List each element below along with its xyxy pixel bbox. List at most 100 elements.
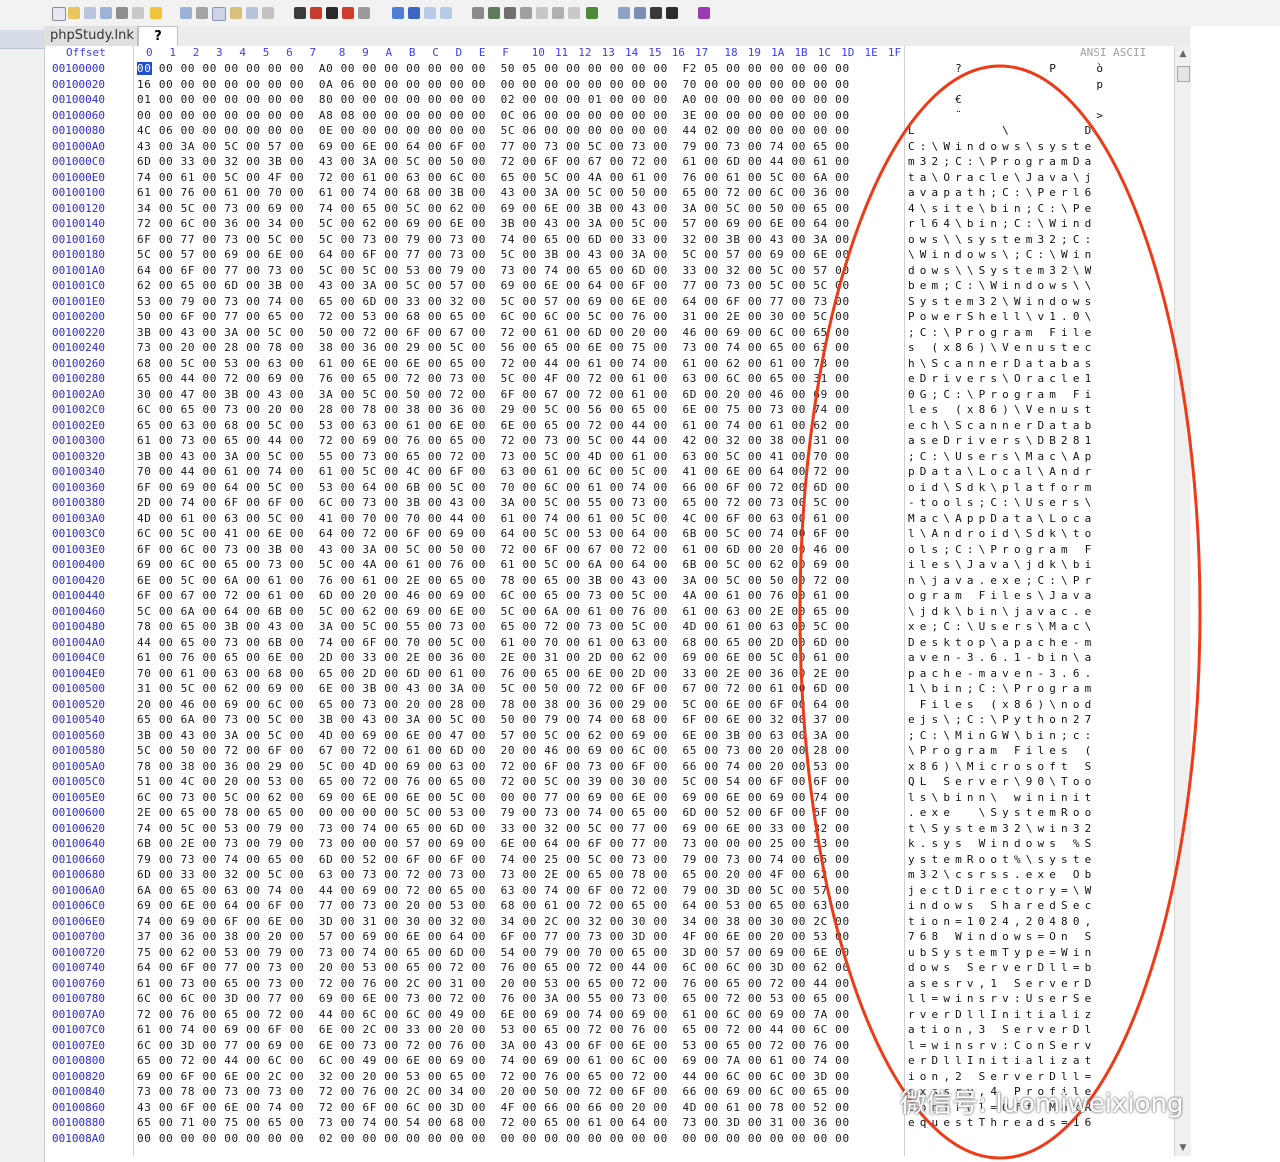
ascii-row[interactable]: L \ D bbox=[908, 123, 1173, 139]
replace-icon[interactable] bbox=[326, 7, 338, 19]
hex-row[interactable]: 6E 00 5C 00 6A 00 61 00 76 00 61 00 2E 0… bbox=[137, 573, 907, 589]
hex-row[interactable]: 65 00 44 00 72 00 69 00 76 00 65 00 72 0… bbox=[137, 371, 907, 387]
ascii-row[interactable]: ogram Files\Java bbox=[908, 588, 1173, 604]
ascii-row[interactable]: ¨ > bbox=[908, 108, 1173, 124]
scroll-down-arrow-icon[interactable]: ▼ bbox=[1178, 1143, 1188, 1153]
ascii-row[interactable]: xe;C:\Users\Mac\ bbox=[908, 619, 1173, 635]
ascii-pane[interactable]: ? P ò p € ¨ > L \ D C:\Windows\syste m32;… bbox=[908, 61, 1173, 1146]
hex-row[interactable]: 69 00 6F 00 6E 00 2C 00 32 00 20 00 53 0… bbox=[137, 1069, 907, 1085]
ascii-row[interactable]: s (x86)\Venustec bbox=[908, 340, 1173, 356]
hex-row[interactable]: 70 00 44 00 61 00 74 00 61 00 5C 00 4C 0… bbox=[137, 464, 907, 480]
ascii-row[interactable]: \Windows\;C:\Win bbox=[908, 247, 1173, 263]
ascii-row[interactable]: ubSystemType=Win bbox=[908, 945, 1173, 961]
hex-row[interactable]: 6C 00 65 00 73 00 20 00 28 00 78 00 38 0… bbox=[137, 402, 907, 418]
ascii-row[interactable]: ion,2 ServerDll= bbox=[908, 1069, 1173, 1085]
ascii-row[interactable]: pData\Local\Andr bbox=[908, 464, 1173, 480]
properties-icon[interactable] bbox=[132, 7, 144, 19]
hex-row[interactable]: 51 00 4C 00 20 00 53 00 65 00 72 00 76 0… bbox=[137, 774, 907, 790]
hex-row[interactable]: 68 00 5C 00 53 00 63 00 61 00 6E 00 6E 0… bbox=[137, 356, 907, 372]
hex-row[interactable]: 6D 00 33 00 32 00 5C 00 63 00 73 00 72 0… bbox=[137, 867, 907, 883]
ascii-row[interactable]: m32\csrss.exe Ob bbox=[908, 867, 1173, 883]
hex-row[interactable]: 00 00 00 00 00 00 00 00 A8 08 00 00 00 0… bbox=[137, 108, 907, 124]
ascii-row[interactable]: t\System32\win32 bbox=[908, 821, 1173, 837]
exit-icon[interactable] bbox=[150, 7, 162, 19]
hex-row[interactable]: 6A 00 65 00 63 00 74 00 44 00 69 00 72 0… bbox=[137, 883, 907, 899]
ascii-row[interactable]: bem;C:\Windows\\ bbox=[908, 278, 1173, 294]
ascii-row[interactable]: 768 Windows=On S bbox=[908, 929, 1173, 945]
analyze-icon[interactable] bbox=[504, 7, 516, 19]
hex-row[interactable]: 5C 00 50 00 72 00 6F 00 67 00 72 00 61 0… bbox=[137, 743, 907, 759]
open-folder-icon[interactable] bbox=[68, 7, 80, 19]
hex-row[interactable]: 6C 00 6C 00 3D 00 77 00 69 00 6E 00 73 0… bbox=[137, 991, 907, 1007]
hex-row[interactable]: 16 00 00 00 00 00 00 00 0A 06 00 00 00 0… bbox=[137, 77, 907, 93]
hex-row[interactable]: 00 00 00 00 00 00 00 00 02 00 00 00 00 0… bbox=[137, 1131, 907, 1147]
ascii-row[interactable]: € bbox=[908, 92, 1173, 108]
ascii-row[interactable]: QL Server\90\Too bbox=[908, 774, 1173, 790]
ascii-row[interactable]: Files (x86)\nod bbox=[908, 697, 1173, 713]
ascii-row[interactable]: \Program Files ( bbox=[908, 743, 1173, 759]
hex-row[interactable]: 6D 00 33 00 32 00 3B 00 43 00 3A 00 5C 0… bbox=[137, 154, 907, 170]
hex-row[interactable]: 6F 00 6C 00 73 00 3B 00 43 00 3A 00 5C 0… bbox=[137, 542, 907, 558]
ascii-row[interactable] bbox=[908, 1131, 1173, 1147]
ascii-row[interactable]: oid\Sdk\platform bbox=[908, 480, 1173, 496]
byte-cursor[interactable]: 00 bbox=[137, 62, 152, 75]
ascii-row[interactable]: asesrv,1 ServerD bbox=[908, 976, 1173, 992]
hex-row[interactable]: 61 00 76 00 65 00 6E 00 2D 00 33 00 2E 0… bbox=[137, 650, 907, 666]
new-file-icon[interactable] bbox=[52, 7, 66, 21]
hex-row[interactable]: 74 00 5C 00 53 00 79 00 73 00 74 00 65 0… bbox=[137, 821, 907, 837]
ascii-row[interactable]: Mac\AppData\Loca bbox=[908, 511, 1173, 527]
ascii-row[interactable]: ;C:\MinGW\bin;c: bbox=[908, 728, 1173, 744]
ascii-row[interactable]: -tools;C:\Users\ bbox=[908, 495, 1173, 511]
cut-icon[interactable] bbox=[196, 7, 208, 19]
find-hex-icon[interactable] bbox=[310, 7, 322, 19]
hex-row[interactable]: 65 00 6A 00 73 00 5C 00 3B 00 43 00 3A 0… bbox=[137, 712, 907, 728]
hex-row[interactable]: 4C 06 00 00 00 00 00 00 0E 00 00 00 00 0… bbox=[137, 123, 907, 139]
hex-row[interactable]: 6C 00 5C 00 41 00 6E 00 64 00 72 00 6F 0… bbox=[137, 526, 907, 542]
play-icon[interactable] bbox=[666, 7, 678, 19]
ascii-row[interactable]: ta\Oracle\Java\j bbox=[908, 170, 1173, 186]
search-icon[interactable] bbox=[536, 7, 548, 19]
ascii-row[interactable]: rverDllInitializ bbox=[908, 1007, 1173, 1023]
find-icon[interactable] bbox=[294, 7, 306, 19]
hex-row[interactable]: 6F 00 67 00 72 00 61 00 6D 00 20 00 46 0… bbox=[137, 588, 907, 604]
find-next-icon[interactable] bbox=[358, 7, 370, 19]
hex-row[interactable]: 6C 00 3D 00 77 00 69 00 6E 00 73 00 72 0… bbox=[137, 1038, 907, 1054]
hex-row[interactable]: 3B 00 43 00 3A 00 5C 00 4D 00 69 00 6E 0… bbox=[137, 728, 907, 744]
ascii-row[interactable]: l=winsrv:ConServ bbox=[908, 1038, 1173, 1054]
ascii-row[interactable]: rl64\bin;C:\Wind bbox=[908, 216, 1173, 232]
ascii-row[interactable]: dows\\System32\W bbox=[908, 263, 1173, 279]
goto-offset-icon[interactable] bbox=[392, 7, 404, 19]
replace-hex-icon[interactable] bbox=[342, 7, 354, 19]
ascii-row[interactable]: ystemRoot%\syste bbox=[908, 852, 1173, 868]
hex-row[interactable]: 65 00 72 00 44 00 6C 00 6C 00 49 00 6E 0… bbox=[137, 1053, 907, 1069]
ascii-row[interactable]: iles\Java\jdk\bi bbox=[908, 557, 1173, 573]
hex-row[interactable]: 64 00 6F 00 77 00 73 00 20 00 53 00 65 0… bbox=[137, 960, 907, 976]
print-icon[interactable] bbox=[116, 7, 128, 19]
ascii-row[interactable]: tion=1024,20480, bbox=[908, 914, 1173, 930]
ascii-row[interactable]: erDllInitializat bbox=[908, 1053, 1173, 1069]
ascii-row[interactable]: ols;C:\Program F bbox=[908, 542, 1173, 558]
ascii-row[interactable]: pache-maven-3.6. bbox=[908, 666, 1173, 682]
tools-icon[interactable] bbox=[552, 7, 564, 19]
ascii-row[interactable]: C:\Windows\syste bbox=[908, 139, 1173, 155]
hex-row[interactable]: 3B 00 43 00 3A 00 5C 00 55 00 73 00 65 0… bbox=[137, 449, 907, 465]
ascii-row[interactable]: ows\\system32;C: bbox=[908, 232, 1173, 248]
hex-row[interactable]: 74 00 69 00 6F 00 6E 00 3D 00 31 00 30 0… bbox=[137, 914, 907, 930]
hex-row[interactable]: 44 00 65 00 73 00 6B 00 74 00 6F 00 70 0… bbox=[137, 635, 907, 651]
ascii-row[interactable]: ll=winsrv:UserSe bbox=[908, 991, 1173, 1007]
save-icon[interactable] bbox=[84, 7, 96, 19]
save-all-icon[interactable] bbox=[100, 7, 112, 19]
window-cascade-icon[interactable] bbox=[634, 7, 646, 19]
hex-row[interactable]: 5C 00 6A 00 64 00 6B 00 5C 00 62 00 69 0… bbox=[137, 604, 907, 620]
tab-phpstudy-lnk[interactable]: phpStudy.lnk bbox=[44, 26, 138, 46]
hex-row[interactable]: 6F 00 69 00 64 00 5C 00 53 00 64 00 6B 0… bbox=[137, 480, 907, 496]
hex-row[interactable]: 43 00 6F 00 6E 00 74 00 72 00 6F 00 6C 0… bbox=[137, 1100, 907, 1116]
hex-row[interactable]: 34 00 5C 00 73 00 69 00 74 00 65 00 5C 0… bbox=[137, 201, 907, 217]
ascii-row[interactable]: ation,3 ServerDl bbox=[908, 1022, 1173, 1038]
ascii-row[interactable]: avapath;C:\Perl6 bbox=[908, 185, 1173, 201]
ascii-row[interactable]: m32;C:\ProgramDa bbox=[908, 154, 1173, 170]
hex-row[interactable]: 2E 00 65 00 78 00 65 00 00 00 00 00 5C 0… bbox=[137, 805, 907, 821]
hex-row[interactable]: 64 00 6F 00 77 00 73 00 5C 00 5C 00 53 0… bbox=[137, 263, 907, 279]
ascii-row[interactable]: indows SharedSec bbox=[908, 898, 1173, 914]
tab-unknown[interactable]: ? bbox=[138, 26, 178, 46]
